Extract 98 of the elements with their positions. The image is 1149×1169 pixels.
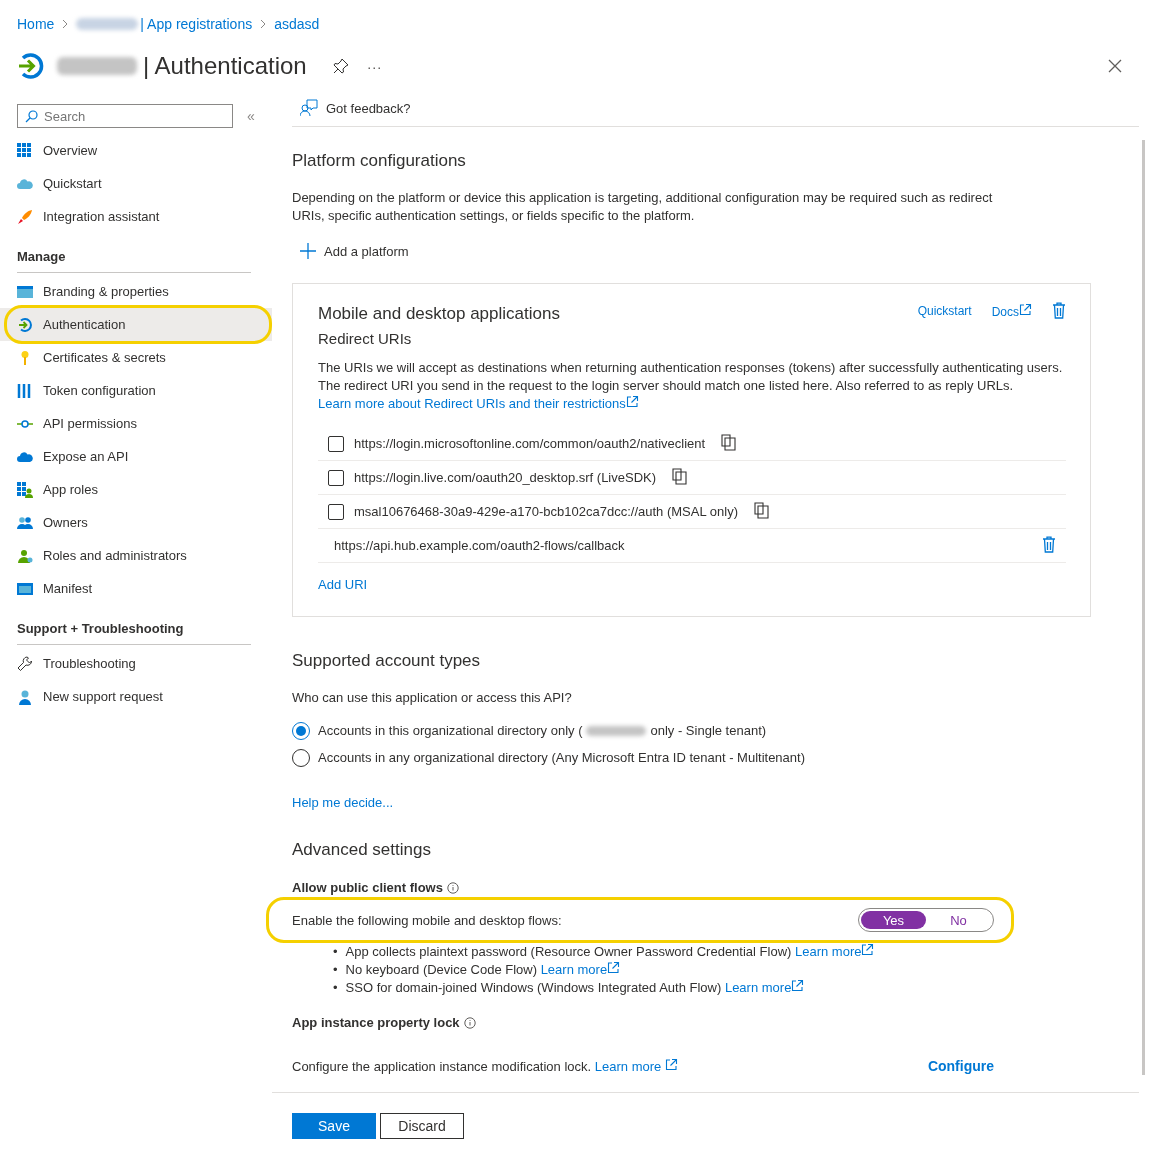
breadcrumb-link[interactable]: asdasd bbox=[274, 16, 320, 32]
redirect-uri: https://login.live.com/oauth20_desktop.srf (LiveSDK) bbox=[354, 470, 657, 485]
sidebar-item[interactable]: Authentication bbox=[0, 308, 272, 341]
bullet: • bbox=[333, 943, 338, 961]
external-link-icon bbox=[607, 961, 621, 974]
person-icon bbox=[17, 547, 33, 564]
sidebar-item[interactable]: New support request bbox=[0, 680, 272, 713]
section-heading: Support + Troubleshooting bbox=[17, 605, 251, 645]
learn-more-link[interactable]: Learn more bbox=[540, 962, 621, 977]
card-link[interactable]: Docs bbox=[991, 302, 1032, 319]
learn-more-link[interactable]: Learn more about Redirect URIs and their restrictions bbox=[318, 396, 639, 411]
description-text: Depending on the platform or device this application is targeting, additional configuration may be required such as redirect URIs, specific authentication settings, or fields specific to the platform. bbox=[292, 189, 994, 225]
search-icon bbox=[25, 110, 38, 123]
sidebar-item[interactable]: Owners bbox=[0, 506, 272, 539]
sidebar-item[interactable]: Expose an API bbox=[0, 440, 272, 473]
section-title: Supported account types bbox=[292, 651, 482, 671]
configure-link[interactable]: Configure bbox=[927, 1058, 994, 1074]
browser-window-icon bbox=[17, 284, 33, 299]
add-uri-link[interactable]: Add URI bbox=[318, 577, 368, 592]
setting-prompt: Enable the following mobile and desktop flows: bbox=[292, 912, 562, 928]
learn-more-link[interactable]: Learn more bbox=[594, 1059, 678, 1074]
flow-item: No keyboard (Device Code Flow) Learn more bbox=[345, 961, 621, 979]
flow-item: SSO for domain-joined Windows (Windows Integrated Auth Flow) Learn more bbox=[345, 979, 805, 997]
feedback-icon[interactable] bbox=[300, 99, 318, 117]
people-icon bbox=[17, 514, 33, 531]
question-text: Who can use this application or access this API? bbox=[292, 689, 573, 707]
info-icon[interactable] bbox=[446, 881, 459, 894]
pin-icon[interactable] bbox=[332, 58, 349, 74]
redirect-uri: msal10676468-30a9-429e-a170-bcb102ca7dcc://auth (MSAL only) bbox=[354, 504, 738, 519]
radio-label: only - Single tenant) bbox=[650, 723, 767, 738]
sidebar-item[interactable]: App roles bbox=[0, 473, 272, 506]
checkbox[interactable] bbox=[328, 469, 344, 486]
sidebar-item[interactable]: Roles and administrators bbox=[0, 539, 272, 572]
section-heading: Manage bbox=[17, 233, 251, 273]
chevron-right-icon bbox=[260, 19, 267, 29]
sign-in-arrow-icon bbox=[17, 316, 33, 333]
sidebar-item[interactable]: Token configuration bbox=[0, 374, 272, 407]
setting-label: Allow public client flows bbox=[292, 880, 443, 895]
section-title: Platform configurations bbox=[292, 151, 467, 171]
delete-icon[interactable] bbox=[1042, 535, 1056, 553]
sidebar-item[interactable]: Troubleshooting bbox=[0, 647, 272, 680]
page-title: | Authentication bbox=[143, 52, 307, 80]
delete-icon[interactable] bbox=[1052, 302, 1066, 319]
external-link-icon bbox=[625, 395, 639, 408]
collapse-button[interactable]: « bbox=[247, 108, 255, 124]
learn-more-link[interactable]: Learn more bbox=[795, 944, 875, 959]
sidebar-item[interactable]: API permissions bbox=[0, 407, 272, 440]
breadcrumb-link[interactable]: Home bbox=[17, 16, 55, 32]
external-link-icon bbox=[791, 979, 805, 992]
feedback-link[interactable]: Got feedback? bbox=[326, 100, 411, 116]
discard-button[interactable]: Discard bbox=[380, 1113, 464, 1139]
save-button[interactable]: Save bbox=[292, 1113, 376, 1139]
radio-label: Accounts in any organizational directory (Any Microsoft Entra ID tenant - Multitenant) bbox=[318, 750, 805, 765]
copy-icon[interactable] bbox=[672, 467, 688, 485]
card-subtitle: Redirect URIs bbox=[318, 330, 413, 347]
radio-label: Accounts in this organizational directory only ( bbox=[318, 723, 583, 738]
grid-icon bbox=[17, 142, 33, 159]
section-title: Advanced settings bbox=[292, 840, 432, 860]
setting-label: App instance property lock bbox=[292, 1015, 460, 1030]
search-field[interactable]: Search bbox=[17, 104, 233, 128]
checkbox[interactable] bbox=[328, 435, 344, 452]
learn-more-link[interactable]: Learn more bbox=[724, 980, 805, 995]
add-platform-button[interactable]: Add a platform bbox=[300, 243, 409, 259]
card-link[interactable]: Quickstart bbox=[917, 303, 972, 318]
description-text: The URIs we will accept as destinations when returning authentication responses (tokens) after successfully authenticating users. The redirect URI you send in the request to the login server should match one listed here. Also referred to as reply URLs. Learn more about Redirect URIs and their restrictions bbox=[318, 359, 1064, 413]
help-link[interactable]: Help me decide... bbox=[292, 795, 394, 810]
bars-icon bbox=[17, 382, 33, 399]
toggle-option[interactable]: No bbox=[926, 911, 991, 929]
grid-person-icon bbox=[17, 481, 33, 498]
card-title: Mobile and desktop applications bbox=[318, 304, 560, 324]
wrench-icon bbox=[17, 655, 33, 672]
sidebar-item[interactable]: Certificates & secrets bbox=[0, 341, 272, 374]
external-link-icon bbox=[861, 943, 875, 956]
external-link-icon bbox=[664, 1058, 678, 1071]
copy-icon[interactable] bbox=[754, 501, 769, 519]
copy-icon[interactable] bbox=[721, 433, 737, 451]
bullet: • bbox=[333, 961, 338, 979]
info-icon[interactable] bbox=[463, 1016, 476, 1029]
more-button[interactable]: ··· bbox=[366, 57, 382, 75]
plus-icon bbox=[300, 243, 316, 259]
sidebar-item[interactable]: Manifest bbox=[0, 572, 272, 605]
sidebar-item[interactable]: Quickstart bbox=[0, 167, 272, 200]
scrollbar[interactable] bbox=[1142, 140, 1145, 1075]
flow-item: App collects plaintext password (Resource Owner Password Credential Flow) Learn more bbox=[345, 943, 875, 961]
chevron-right-icon bbox=[62, 19, 69, 29]
bullet: • bbox=[333, 979, 338, 997]
toggle-option[interactable]: Yes bbox=[861, 911, 926, 929]
breadcrumb-link[interactable]: | App registrations bbox=[140, 16, 253, 32]
sidebar-item[interactable]: Branding & properties bbox=[0, 275, 272, 308]
checkbox[interactable] bbox=[328, 503, 344, 520]
redirect-uri: https://api.hub.example.com/oauth2-flows/callback bbox=[334, 538, 625, 553]
sign-in-arrow-icon bbox=[17, 52, 45, 80]
redirect-uri: https://login.microsoftonline.com/common/oauth2/nativeclient bbox=[354, 436, 706, 451]
sidebar-item[interactable]: Integration assistant bbox=[0, 200, 272, 233]
description-text: Configure the application instance modification lock. Learn more bbox=[292, 1058, 678, 1074]
close-icon[interactable] bbox=[1108, 59, 1122, 73]
sidebar-item[interactable]: Overview bbox=[0, 134, 272, 167]
external-link-icon bbox=[1019, 302, 1032, 316]
